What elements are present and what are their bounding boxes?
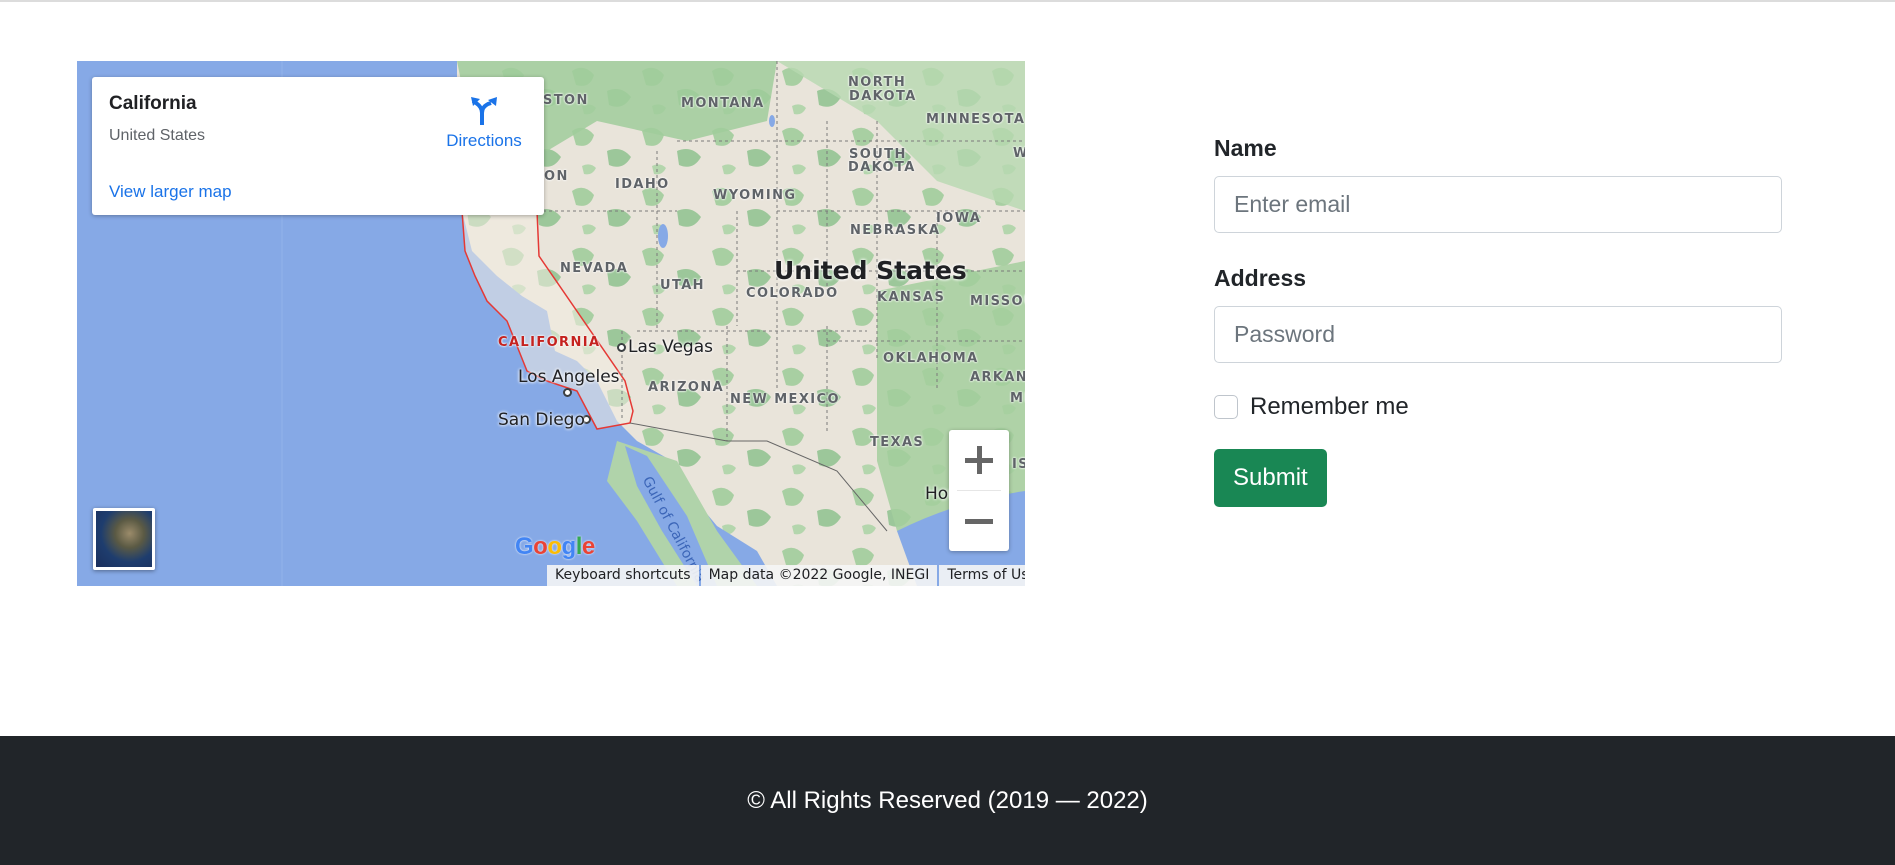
directions-label: Directions: [446, 131, 522, 150]
map-attribution-bar: Keyboard shortcuts Map data ©2022 Google…: [547, 565, 1025, 586]
map-city-label: San Diego: [498, 410, 585, 430]
map-state-label: DAKOTA: [849, 89, 917, 104]
map-state-label: NEW MEXICO: [730, 392, 840, 407]
embedded-map[interactable]: NORTH DAKOTA MONTANA MINNESOTA SOUTH DAK…: [77, 61, 1025, 586]
map-highlight-label: CALIFORNIA: [498, 335, 601, 350]
map-state-label: STON: [543, 93, 589, 108]
map-data-credit: Map data ©2022 Google, INEGI: [700, 565, 938, 586]
remember-me-label: Remember me: [1250, 393, 1409, 420]
zoom-out-button[interactable]: [949, 491, 1009, 551]
map-state-label: KANSAS: [877, 290, 946, 305]
map-state-label: COLORADO: [746, 286, 839, 301]
satellite-toggle-button[interactable]: [93, 508, 155, 570]
copyright-text: © All Rights Reserved (2019 — 2022): [747, 786, 1148, 814]
top-divider: [0, 0, 1895, 2]
map-state-label: MI: [1010, 391, 1025, 406]
view-larger-map-link[interactable]: View larger map: [109, 182, 232, 202]
name-input[interactable]: [1214, 176, 1782, 233]
map-state-label: IS: [1012, 457, 1025, 472]
submit-button[interactable]: Submit: [1214, 449, 1327, 507]
city-marker: [617, 343, 626, 352]
google-logo: Google: [515, 533, 595, 560]
map-state-label: NORTH: [848, 75, 907, 90]
map-country-label: United States: [774, 256, 967, 285]
remember-me-checkbox[interactable]: [1214, 395, 1238, 419]
map-state-label: NEBRASKA: [850, 223, 941, 238]
map-state-label: W: [1013, 146, 1025, 161]
directions-icon: [471, 97, 497, 125]
place-title: California: [109, 93, 197, 114]
place-subtitle: United States: [109, 127, 206, 144]
name-label: Name: [1214, 135, 1277, 161]
address-input[interactable]: [1214, 306, 1782, 363]
address-label: Address: [1214, 265, 1307, 291]
terms-of-use-link[interactable]: Terms of Use: [939, 565, 1025, 586]
map-state-label: MINNESOTA: [926, 112, 1025, 127]
map-state-label: MISSOU: [970, 294, 1025, 309]
keyboard-shortcuts-link[interactable]: Keyboard shortcuts: [547, 565, 699, 586]
map-city-label: Los Angeles: [518, 367, 620, 387]
map-state-label: UTAH: [660, 278, 705, 293]
zoom-in-button[interactable]: [949, 430, 1009, 490]
zoom-control: [949, 430, 1009, 551]
map-state-label: MONTANA: [681, 96, 765, 111]
city-marker: [563, 388, 572, 397]
page-footer: © All Rights Reserved (2019 — 2022): [0, 736, 1895, 865]
map-state-label: ARKANS: [970, 370, 1025, 385]
map-city-label: Las Vegas: [628, 337, 713, 357]
map-state-label: OKLAHOMA: [883, 351, 979, 366]
map-state-label: NEVADA: [560, 261, 629, 276]
map-state-label: IDAHO: [615, 177, 670, 192]
map-state-label: IOWA: [936, 211, 982, 226]
map-state-label: DAKOTA: [848, 160, 916, 175]
map-state-label: WYOMING: [713, 188, 797, 203]
directions-button[interactable]: Directions: [434, 95, 534, 151]
map-state-label: ARIZONA: [648, 380, 725, 395]
map-state-label: TEXAS: [870, 435, 925, 450]
map-state-label: ON: [544, 169, 569, 184]
place-info-card: California United States View larger map…: [92, 77, 544, 215]
contact-form: Name Address Remember me Submit: [1214, 135, 1782, 507]
